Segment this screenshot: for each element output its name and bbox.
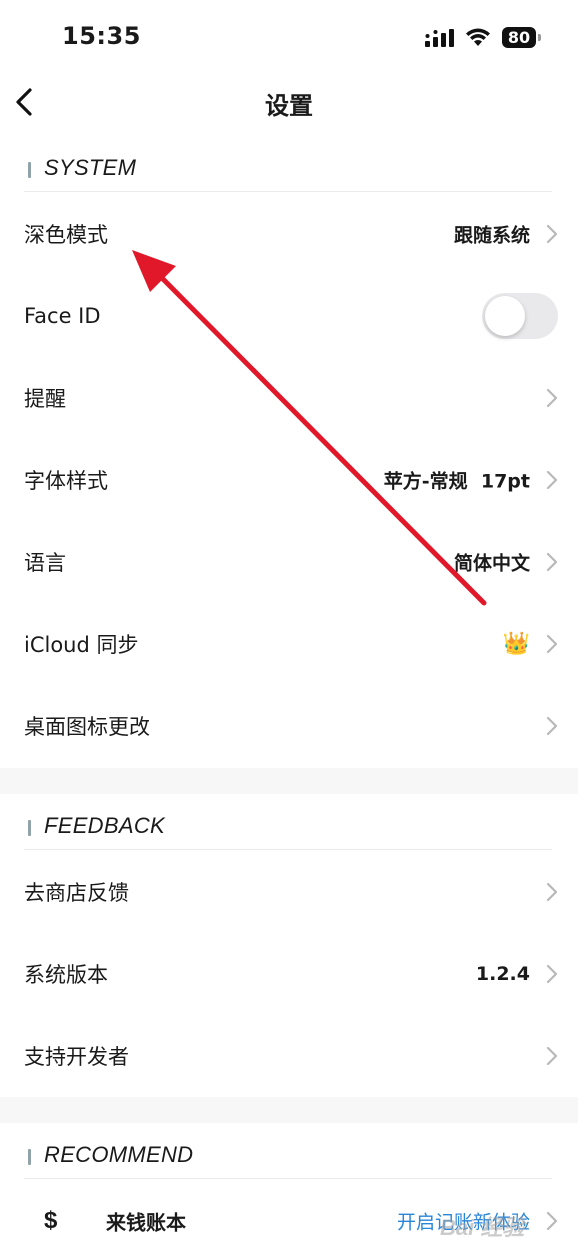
settings-row-icloud-sync[interactable]: iCloud 同步 👑 [0,603,578,685]
settings-row-reminder[interactable]: 提醒 [0,357,578,439]
row-label: iCloud 同步 [24,633,139,657]
chevron-right-icon [546,716,558,736]
row-label: 语言 [24,551,66,575]
row-label: 支持开发者 [24,1045,129,1069]
battery-level: 80 [502,27,536,48]
settings-row-app-icon[interactable]: 桌面图标更改 [0,685,578,767]
row-value: 简体中文 [453,552,530,575]
settings-row-font-style[interactable]: 字体样式 苹方-常规 17pt [0,439,578,521]
section-accent-bar [28,162,31,178]
chevron-right-icon [546,1211,558,1231]
chevron-right-icon [546,882,558,902]
section-header-recommend: RECOMMEND [24,1137,552,1179]
row-label: 提醒 [24,387,66,411]
section-title-system: SYSTEM [44,155,137,180]
row-label: 系统版本 [24,963,108,987]
chevron-right-icon [546,224,558,244]
section-accent-bar [28,820,31,836]
chevron-right-icon [546,470,558,490]
wifi-icon [466,28,490,46]
face-id-toggle[interactable] [482,293,558,339]
row-label: 深色模式 [24,223,108,247]
section-header-feedback: FEEDBACK [24,808,552,850]
chevron-right-icon [546,964,558,984]
section-header-system: SYSTEM [24,150,552,192]
row-value: 跟随系统 [453,224,530,247]
recommend-app-name: 来钱账本 [106,1210,186,1235]
toggle-knob [485,296,525,336]
chevron-right-icon [546,552,558,572]
settings-row-version[interactable]: 系统版本 1.2.4 [0,933,578,1015]
settings-row-dark-mode[interactable]: 深色模式 跟随系统 [0,193,578,275]
battery-icon: 80 [502,27,542,48]
cellular-signal-icon [425,29,454,47]
section-accent-bar [28,1149,31,1165]
chevron-right-icon [546,1046,558,1066]
settings-row-face-id: Face ID [0,275,578,357]
row-label: 桌面图标更改 [24,715,150,739]
page-title: 设置 [265,92,313,120]
chevron-right-icon [546,634,558,654]
nav-bar: 设置 [0,76,578,130]
settings-row-language[interactable]: 语言 简体中文 [0,521,578,603]
crown-icon: 👑 [502,631,530,657]
row-label: Face ID [24,304,101,328]
status-time: 15:35 [62,22,141,50]
chevron-right-icon [546,388,558,408]
settings-row-support-developer[interactable]: 支持开发者 [0,1015,578,1097]
row-value: 1.2.4 [475,963,530,985]
dollar-icon: $ [44,1207,58,1234]
row-label: 去商店反馈 [24,881,129,905]
row-label: 字体样式 [24,469,108,493]
row-value: 苹方-常规 17pt [383,470,530,493]
section-title-feedback: FEEDBACK [44,813,165,838]
watermark: Bai 经验 [440,1215,525,1240]
section-title-recommend: RECOMMEND [44,1142,194,1167]
section-divider [0,1097,578,1123]
battery-cap [538,34,541,41]
section-divider [0,768,578,794]
status-bar: 15:35 80 [0,0,578,76]
settings-row-store-feedback[interactable]: 去商店反馈 [0,851,578,933]
